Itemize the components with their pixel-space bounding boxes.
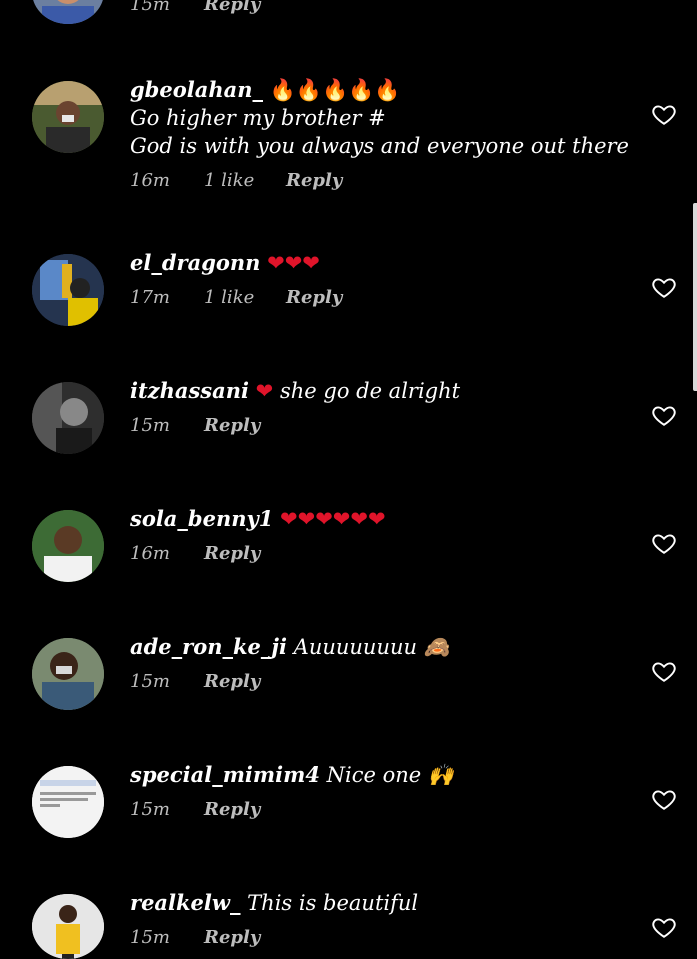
heart-emoji: ❤❤❤ (267, 251, 320, 275)
comment-text: ade_ron_ke_ji Auuuuuuuu 🙈 (130, 633, 617, 661)
comment-text: sola_benny1 ❤❤❤❤❤❤ (130, 505, 617, 533)
avatar[interactable] (32, 254, 104, 326)
heart-outline-icon[interactable] (651, 274, 677, 300)
heart-outline-icon[interactable] (651, 101, 677, 127)
avatar[interactable] (32, 0, 104, 24)
reply-button[interactable]: Reply (204, 927, 260, 948)
heart-outline-icon[interactable] (651, 658, 677, 684)
comment-body: Auuuuuuuu 🙈 (293, 635, 450, 659)
comment-meta: 16m 1 like Reply (130, 170, 617, 191)
comment-text: itzhassani ❤ she go de alright (130, 377, 617, 405)
comment-body: she go de alright (279, 379, 461, 403)
heart-emoji: ❤❤❤❤❤❤ (280, 507, 386, 531)
heart-outline-icon[interactable] (651, 530, 677, 556)
comment-text: realkelw_ This is beautiful (130, 889, 617, 917)
comment-username[interactable]: itzhassani (130, 378, 249, 403)
avatar[interactable] (32, 81, 104, 153)
reply-button[interactable]: Reply (286, 287, 342, 308)
comment-line: Go higher my brother # (130, 106, 386, 130)
reply-button[interactable]: Reply (204, 671, 260, 692)
reply-button[interactable]: Reply (286, 170, 342, 191)
comment-username[interactable]: sola_benny1 (130, 506, 273, 531)
comment-line: God is with you always and everyone out … (130, 134, 629, 158)
comment-meta: 15m Reply (130, 799, 617, 820)
comment-meta: 15m Reply (130, 415, 617, 436)
comment-meta: 15m Reply (130, 927, 617, 948)
comment-meta: 17m 1 like Reply (130, 287, 617, 308)
comment-username[interactable]: realkelw_ (130, 890, 240, 915)
scrollbar[interactable] (693, 203, 697, 391)
comment-time: 15m (130, 927, 170, 948)
comment-time: 17m (130, 287, 170, 308)
like-count[interactable]: 1 like (204, 287, 286, 308)
comment-text: el_dragonn ❤❤❤ (130, 249, 617, 277)
comment-time: 15m (130, 415, 170, 436)
reply-button[interactable]: Reply (204, 0, 260, 15)
avatar[interactable] (32, 894, 104, 959)
comment-text: gbeolahan_ 🔥🔥🔥🔥🔥 (130, 76, 617, 104)
comment-text: special_mimim4 Nice one 🙌 (130, 761, 617, 789)
avatar[interactable] (32, 382, 104, 454)
avatar[interactable] (32, 510, 104, 582)
comment-username[interactable]: ade_ron_ke_ji (130, 634, 287, 659)
comment-body: Nice one 🙌 (326, 763, 455, 787)
comment-time: 16m (130, 170, 170, 191)
like-count[interactable]: 1 like (204, 170, 286, 191)
heart-emoji: ❤ (255, 379, 274, 403)
comment-time: 15m (130, 671, 170, 692)
comment-username[interactable]: el_dragonn (130, 250, 260, 275)
comment-meta: 16m Reply (130, 543, 617, 564)
fire-emoji: 🔥🔥🔥🔥🔥 (269, 78, 401, 102)
heart-outline-icon[interactable] (651, 914, 677, 940)
comment-time: 15m (130, 799, 170, 820)
avatar[interactable] (32, 766, 104, 838)
comment-meta: 15m Reply (130, 0, 617, 15)
comment-body: This is beautiful (247, 891, 419, 915)
reply-button[interactable]: Reply (204, 543, 260, 564)
comment-username[interactable]: special_mimim4 (130, 762, 320, 787)
comment-time: 16m (130, 543, 170, 564)
avatar[interactable] (32, 638, 104, 710)
heart-outline-icon[interactable] (651, 402, 677, 428)
heart-outline-icon[interactable] (651, 786, 677, 812)
reply-button[interactable]: Reply (204, 415, 260, 436)
reply-button[interactable]: Reply (204, 799, 260, 820)
comment-meta: 15m Reply (130, 671, 617, 692)
comment-time: 15m (130, 0, 170, 15)
comment-username[interactable]: gbeolahan_ (130, 77, 263, 102)
